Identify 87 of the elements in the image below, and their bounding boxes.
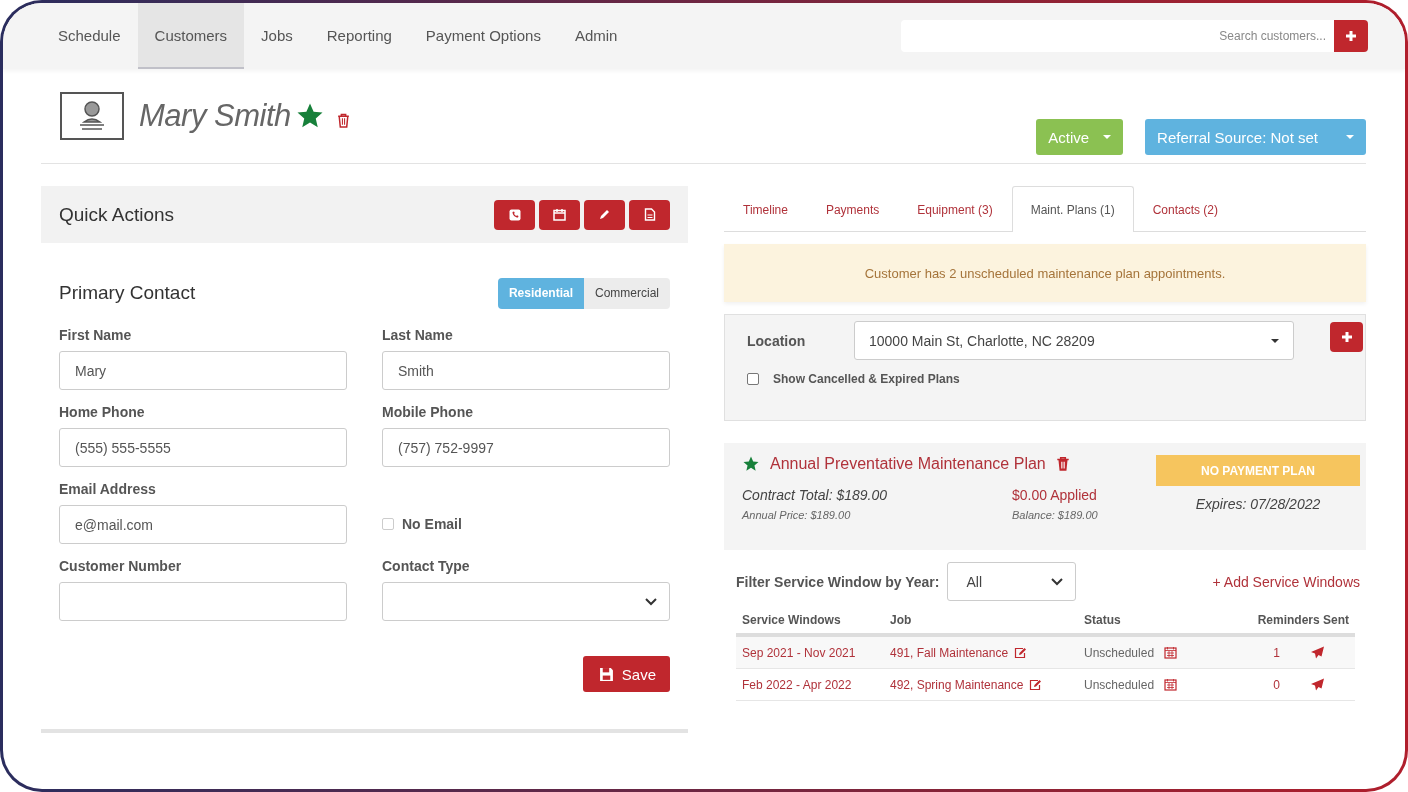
field-label: Home Phone — [59, 404, 146, 420]
section-title: Primary Contact — [59, 282, 196, 304]
edit-icon[interactable] — [1014, 646, 1028, 659]
edit-icon[interactable] — [1029, 678, 1043, 691]
add-button[interactable] — [1330, 321, 1363, 352]
calendar-icon[interactable] — [1164, 678, 1178, 691]
input-field[interactable]: Mary — [59, 351, 347, 390]
contract-total: Contract Total: $189.00 — [742, 487, 889, 503]
checkbox-label: No Email — [402, 515, 462, 532]
year-select[interactable]: All — [947, 562, 1077, 601]
nav-tab[interactable]: Customers — [137, 3, 245, 69]
call-button[interactable] — [494, 199, 535, 230]
checkbox[interactable] — [747, 373, 759, 385]
select-field[interactable] — [382, 582, 670, 621]
document-icon — [643, 208, 656, 221]
search-field[interactable]: Search customers... — [901, 20, 1334, 52]
caret-icon — [1271, 338, 1279, 343]
nav-tab[interactable]: Schedule — [41, 3, 138, 69]
column-header: Job — [890, 613, 913, 627]
payment-plan-badge: NO PAYMENT PLAN — [1156, 455, 1360, 486]
reminder-count: 1 — [1273, 645, 1280, 660]
add-service-windows-link[interactable]: + Add Service Windows — [1212, 573, 1360, 590]
nav-tab[interactable]: Jobs — [244, 3, 310, 69]
tab[interactable]: Maint. Plans (1) — [1011, 186, 1134, 232]
field-label: Contact Type — [382, 558, 471, 574]
plus-icon — [1345, 30, 1357, 42]
avatar-icon — [60, 92, 124, 140]
calendar-icon — [553, 208, 566, 221]
note-button[interactable] — [629, 199, 670, 230]
plus-icon — [1340, 330, 1353, 343]
schedule-button[interactable] — [539, 199, 580, 230]
contact-type-toggle[interactable]: Commercial — [584, 277, 670, 309]
calendar-icon[interactable] — [1164, 646, 1178, 659]
input-field[interactable]: (555) 555-5555 — [59, 428, 347, 467]
input-field[interactable] — [59, 582, 347, 621]
nav-tab[interactable]: Reporting — [309, 3, 409, 69]
column-header: Status — [1084, 613, 1122, 627]
caret-icon — [1346, 135, 1354, 139]
field-label: Email Address — [59, 481, 157, 497]
applied-amount: $0.00 Applied — [1012, 487, 1098, 503]
star-icon[interactable] — [742, 455, 760, 473]
expiry-date: Expires: 07/28/2022 — [1195, 496, 1321, 512]
add-button[interactable] — [1334, 20, 1368, 52]
field-label: Last Name — [382, 327, 454, 343]
column-header: Service Windows — [742, 613, 842, 627]
balance: Balance: $189.00 — [1012, 509, 1098, 521]
section-title: Quick Actions — [59, 203, 175, 226]
location-select[interactable]: 10000 Main St, Charlotte, NC 28209 — [854, 321, 1294, 360]
nav-tab[interactable]: Payment Options — [408, 3, 558, 69]
pencil-icon — [598, 208, 611, 221]
trash-icon[interactable] — [1055, 456, 1070, 472]
annual-price: Annual Price: $189.00 — [742, 509, 852, 521]
tab[interactable]: Payments — [806, 186, 899, 232]
paper-plane-icon[interactable] — [1310, 678, 1325, 691]
field-label: Customer Number — [59, 558, 183, 574]
edit-button[interactable] — [584, 199, 625, 230]
field-label: Filter Service Window by Year: — [736, 573, 940, 590]
tab[interactable]: Timeline — [724, 186, 807, 232]
checkbox[interactable] — [382, 517, 394, 530]
job-link[interactable]: 491, Fall Maintenance — [890, 645, 1009, 660]
trash-icon[interactable] — [336, 112, 350, 128]
field-label: Location — [747, 332, 807, 349]
input-field[interactable]: e@mail.com — [59, 505, 347, 544]
alert-banner: Customer has 2 unscheduled maintenance plan appointments. — [724, 244, 1366, 302]
chevron-down-icon — [1051, 577, 1064, 586]
reminder-count: 0 — [1273, 677, 1280, 692]
nav-tab[interactable]: Admin — [557, 3, 635, 69]
chevron-down-icon — [645, 597, 657, 606]
customer-name: Mary Smith — [139, 98, 291, 134]
job-link[interactable]: 492, Spring Maintenance — [890, 677, 1024, 692]
service-window-link[interactable]: Sep 2021 - Nov 2021 — [742, 645, 890, 660]
checkbox-label: Show Cancelled & Expired Plans — [773, 372, 960, 386]
status-text: Unscheduled — [1084, 677, 1155, 692]
save-button[interactable]: Save — [582, 656, 670, 692]
field-label: First Name — [59, 327, 133, 343]
caret-icon — [1103, 135, 1112, 139]
input-field[interactable]: Smith — [382, 351, 670, 390]
tab[interactable]: Contacts (2) — [1133, 186, 1238, 232]
field-label: Mobile Phone — [382, 404, 474, 420]
tab[interactable]: Equipment (3) — [898, 186, 1012, 232]
service-window-link[interactable]: Feb 2022 - Apr 2022 — [742, 677, 890, 692]
phone-icon — [508, 208, 521, 221]
paper-plane-icon[interactable] — [1310, 646, 1325, 659]
column-header: Reminders Sent — [1256, 613, 1350, 627]
status-text: Unscheduled — [1084, 645, 1155, 660]
input-field[interactable]: (757) 752-9997 — [382, 428, 670, 467]
plan-title[interactable]: Annual Preventative Maintenance Plan — [770, 455, 1046, 473]
